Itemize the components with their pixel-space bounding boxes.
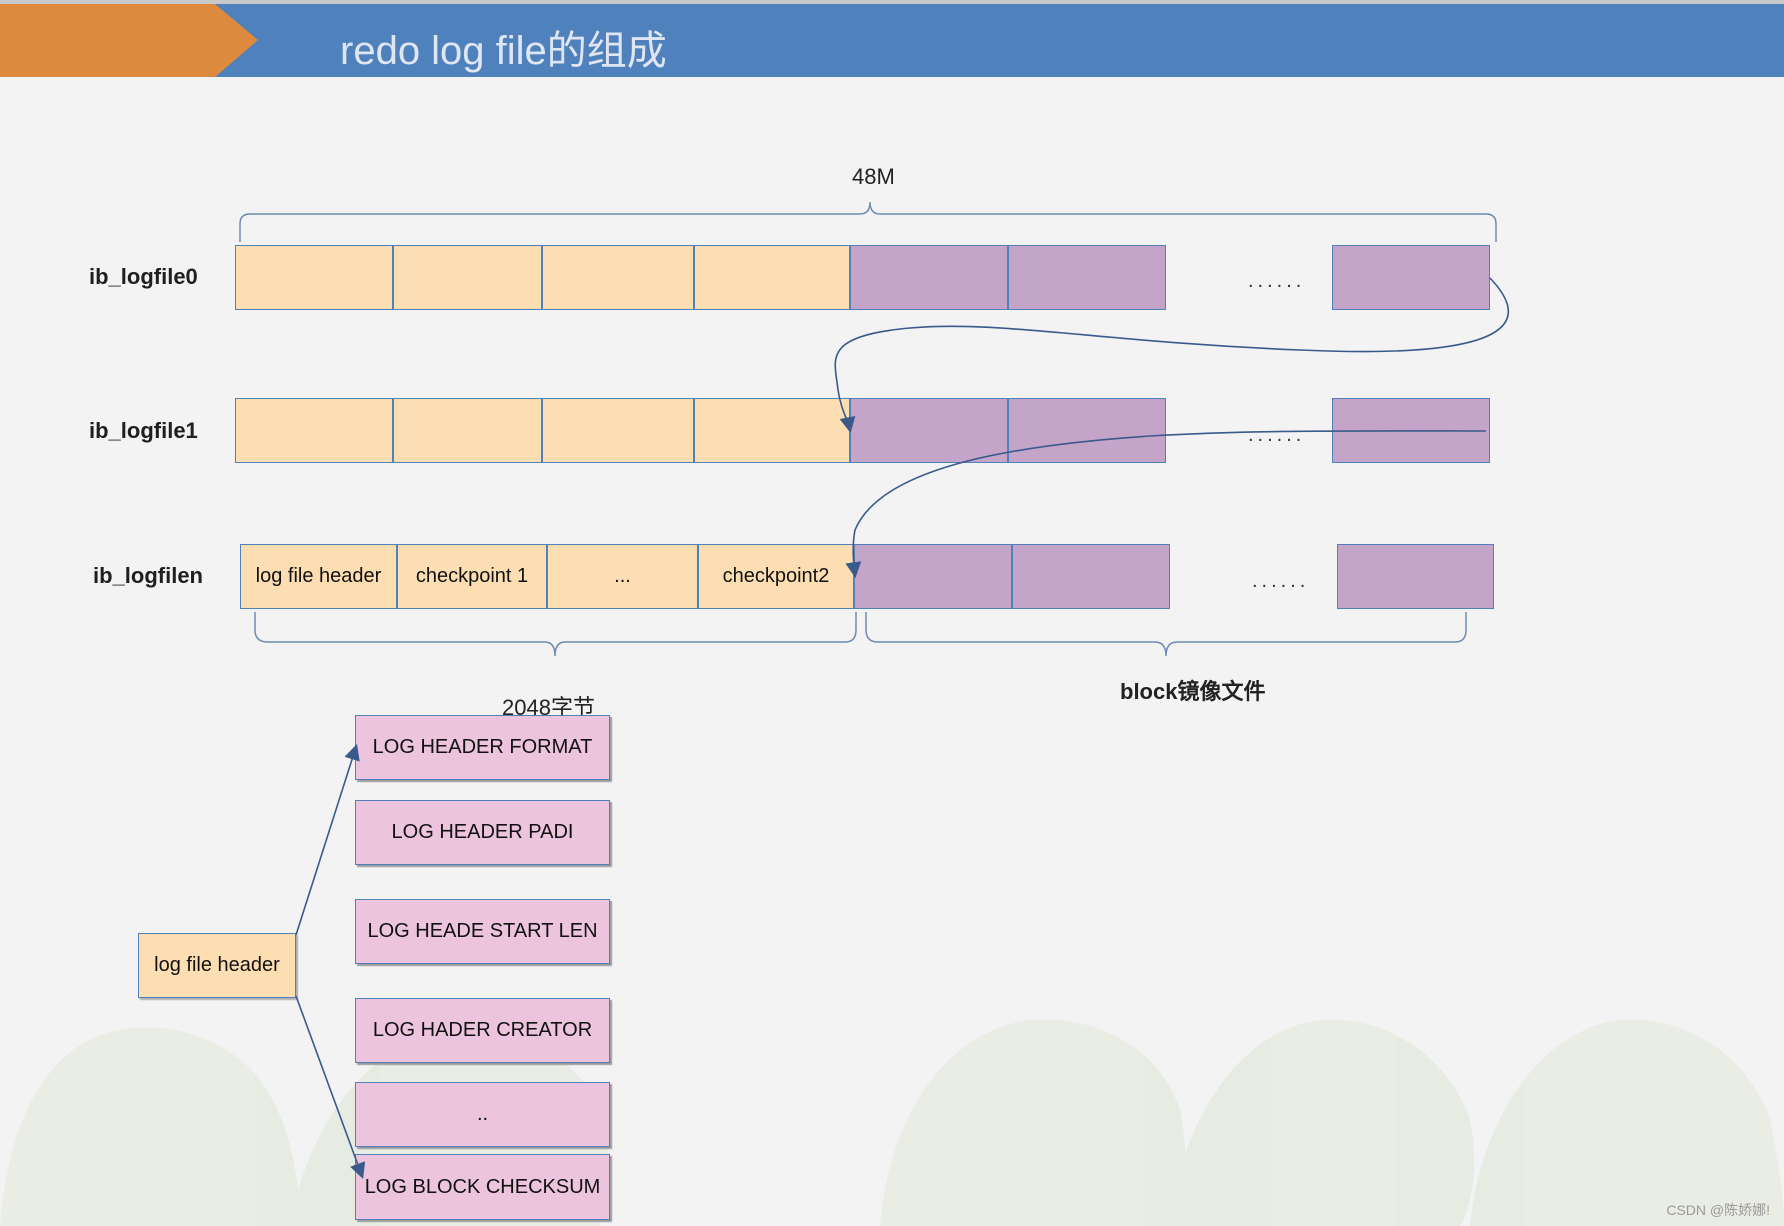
brace-48m [239, 201, 1497, 242]
watermark: CSDN @陈娇娜! [1666, 1202, 1770, 1218]
arrow-header-to-last-field [295, 995, 366, 1180]
arrow-header-to-first-field [295, 743, 360, 936]
diagram-connectors [239, 201, 1510, 1180]
brace-block-mirror [865, 612, 1467, 657]
arrow-logfile0-to-logfile1 [834, 277, 1510, 434]
arrow-logfile1-to-logfilen [845, 430, 1487, 579]
brace-2048 [254, 612, 857, 657]
